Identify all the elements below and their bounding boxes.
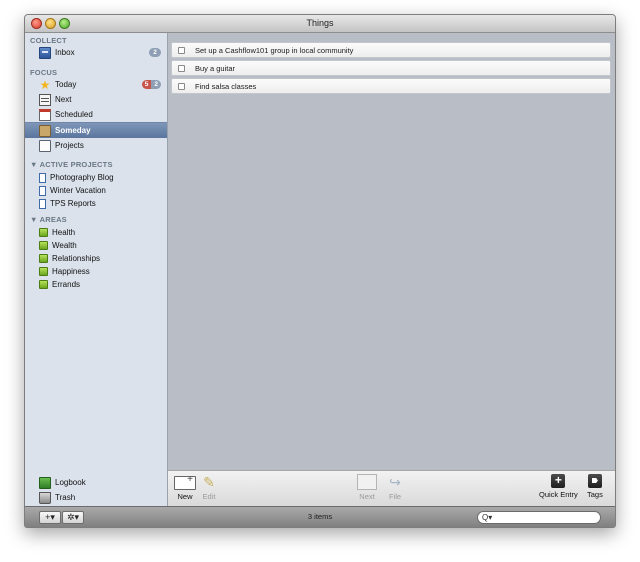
next-button-label: Next [359, 492, 375, 501]
app-window: Things COLLECT Inbox 2 FOCUS ★ Today 5 2… [24, 14, 616, 528]
sidebar-item-label: Trash [55, 493, 76, 502]
sidebar-item-trash[interactable]: Trash [25, 490, 167, 505]
sidebar-item-label: Next [55, 95, 72, 104]
sidebar-item-label: Winter Vacation [50, 186, 106, 195]
area-icon [39, 241, 48, 250]
sidebar-item-label: Happiness [52, 267, 90, 276]
tags-button-label: Tags [587, 490, 603, 499]
minimize-window-button[interactable] [45, 18, 56, 29]
collect-header: COLLECT [30, 36, 67, 45]
today-total-count: 2 [151, 80, 161, 89]
next-tray-icon [357, 474, 377, 490]
task-row[interactable]: Buy a guitar [171, 60, 611, 76]
sidebar-item-label: Scheduled [55, 110, 93, 119]
sidebar-item-label: Logbook [55, 478, 86, 487]
area-icon [39, 267, 48, 276]
sidebar-item-area[interactable]: Health [25, 226, 167, 239]
new-todo-icon [174, 474, 196, 490]
window-title: Things [306, 18, 334, 28]
task-list: Set up a Cashflow101 group in local comm… [168, 33, 615, 470]
quick-entry-button[interactable]: + Quick Entry [539, 474, 578, 500]
sidebar-item-area[interactable]: Relationships [25, 252, 167, 265]
active-projects-header[interactable]: ▼ ACTIVE PROJECTS [30, 160, 113, 169]
focus-header: FOCUS [30, 68, 58, 77]
sidebar-item-label: Someday [55, 126, 91, 135]
search-field[interactable]: Q▾ [477, 511, 601, 524]
sidebar-item-today[interactable]: ★ Today 5 2 [25, 77, 167, 92]
sidebar-item-projects[interactable]: Projects [25, 138, 167, 153]
search-icon[interactable]: Q▾ [482, 513, 492, 522]
tag-icon [587, 474, 602, 488]
file-arrow-icon: ↪ [389, 474, 401, 490]
task-checkbox[interactable] [178, 82, 185, 90]
task-title: Buy a guitar [195, 63, 236, 73]
areas-header[interactable]: ▼ AREAS [30, 215, 67, 224]
edit-button[interactable]: ✎ Edit [202, 474, 216, 501]
inbox-count-badge: 2 [149, 48, 161, 57]
sidebar-item-label: Photography Blog [50, 173, 114, 182]
inbox-icon [39, 46, 51, 59]
project-icon [39, 198, 46, 209]
sidebar-item-scheduled[interactable]: Scheduled [25, 107, 167, 122]
search-input[interactable] [496, 513, 587, 522]
toolbar: New ✎ Edit Next ↪ File + Quick Entry Tag… [168, 470, 615, 507]
task-row[interactable]: Find salsa classes [171, 78, 611, 94]
task-title: Set up a Cashflow101 group in local comm… [195, 45, 354, 55]
edit-button-label: Edit [202, 492, 216, 501]
sidebar-item-label: Errands [52, 280, 81, 289]
sidebar-item-project[interactable]: TPS Reports [25, 197, 167, 210]
next-button[interactable]: Next [357, 474, 377, 501]
task-title: Find salsa classes [195, 81, 257, 91]
next-list-icon [39, 93, 51, 106]
pencil-icon: ✎ [203, 474, 215, 490]
sidebar-item-someday[interactable]: Someday [25, 122, 167, 138]
sidebar-item-logbook[interactable]: Logbook [25, 475, 167, 490]
sidebar-item-label: Inbox [55, 48, 75, 57]
sidebar-item-project[interactable]: Photography Blog [25, 171, 167, 184]
sidebar-item-next[interactable]: Next [25, 92, 167, 107]
sidebar: COLLECT Inbox 2 FOCUS ★ Today 5 2 Next S… [25, 33, 168, 506]
sidebar-item-label: Wealth [52, 241, 77, 250]
box-icon [39, 124, 51, 137]
sidebar-item-label: TPS Reports [50, 199, 96, 208]
new-button-label: New [177, 492, 193, 501]
today-due-count: 5 [141, 80, 152, 89]
today-count-badge: 5 2 [141, 80, 161, 89]
sidebar-item-inbox[interactable]: Inbox 2 [25, 45, 167, 60]
quick-entry-icon: + [551, 474, 566, 488]
tags-button[interactable]: Tags [587, 474, 603, 499]
task-checkbox[interactable] [178, 46, 185, 54]
sidebar-item-label: Projects [55, 141, 84, 150]
sidebar-item-area[interactable]: Happiness [25, 265, 167, 278]
sidebar-item-project[interactable]: Winter Vacation [25, 184, 167, 197]
file-button-label: File [388, 492, 402, 501]
sidebar-item-area[interactable]: Wealth [25, 239, 167, 252]
sidebar-item-label: Health [52, 228, 76, 237]
area-icon [39, 254, 48, 263]
quick-entry-button-label: Quick Entry [539, 490, 578, 499]
trash-icon [39, 491, 51, 504]
project-icon [39, 185, 46, 196]
title-bar[interactable]: Things [25, 15, 615, 33]
sidebar-item-area[interactable]: Errands [25, 278, 167, 291]
calendar-icon [39, 108, 51, 121]
star-icon: ★ [39, 77, 51, 92]
sidebar-item-label: Relationships [52, 254, 101, 263]
close-window-button[interactable] [31, 18, 42, 29]
task-checkbox[interactable] [178, 64, 185, 72]
zoom-window-button[interactable] [59, 18, 70, 29]
projects-icon [39, 139, 51, 152]
new-button[interactable]: New [174, 474, 196, 501]
project-icon [39, 172, 46, 183]
file-button[interactable]: ↪ File [387, 474, 403, 501]
sidebar-item-label: Today [55, 80, 77, 89]
area-icon [39, 280, 48, 289]
logbook-icon [39, 476, 51, 489]
status-bar: +▾ ✲▾ 3 items Q▾ [25, 506, 615, 527]
area-icon [39, 228, 48, 237]
task-row[interactable]: Set up a Cashflow101 group in local comm… [171, 42, 611, 58]
